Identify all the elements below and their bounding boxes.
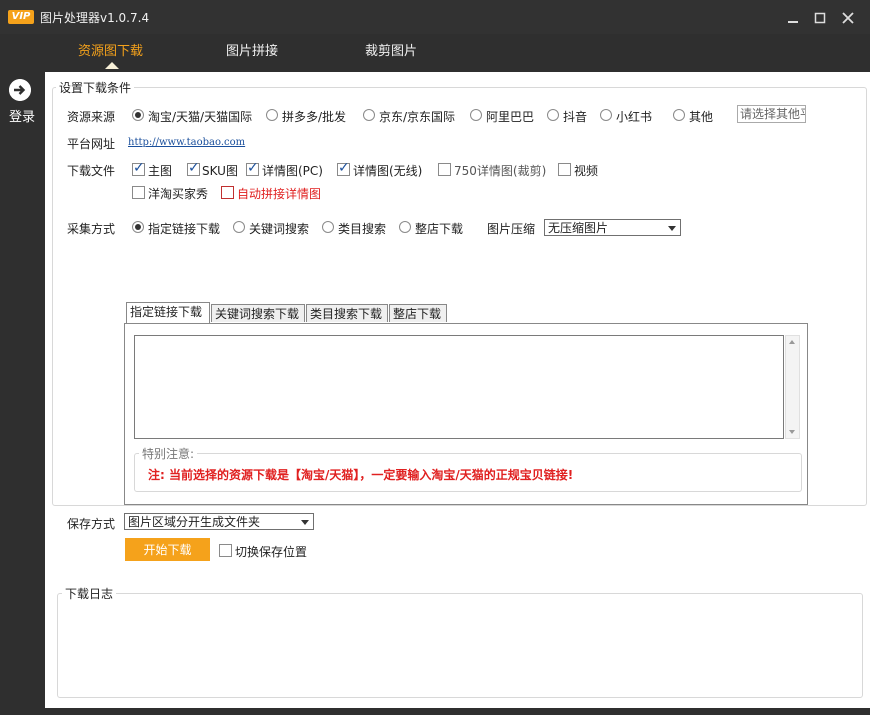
radio-collect-category[interactable]: [322, 221, 334, 233]
radio-source-jd[interactable]: [363, 109, 375, 121]
checkbox-label: 自动拼接详情图: [237, 187, 322, 201]
source-option-label: 京东/京东国际: [379, 110, 456, 124]
radio-source-taobao[interactable]: [132, 109, 144, 121]
start-download-button[interactable]: 开始下载: [125, 538, 210, 561]
checkbox-buyer-show[interactable]: [132, 186, 145, 199]
chevron-down-icon: [668, 226, 676, 231]
link-textarea[interactable]: [134, 335, 784, 439]
checkbox-label: 详情图(PC): [262, 164, 323, 178]
checkbox-sku-image[interactable]: [187, 160, 200, 176]
checkbox-label: 视频: [574, 164, 599, 178]
checkbox-label: 详情图(无线): [353, 164, 423, 178]
chevron-down-icon: [301, 520, 309, 525]
radio-collect-keyword[interactable]: [233, 221, 245, 233]
radio-collect-link[interactable]: [132, 221, 144, 233]
collect-option-label: 整店下载: [415, 222, 464, 236]
collect-option-label: 指定链接下载: [148, 222, 221, 236]
source-option-label: 拼多多/批发: [282, 110, 347, 124]
compress-label: 图片压缩: [487, 222, 536, 236]
compress-select-value: 无压缩图片: [548, 221, 609, 235]
radio-source-alibaba[interactable]: [470, 109, 482, 121]
checkbox-label: 750详情图(裁剪): [454, 164, 547, 178]
radio-source-other[interactable]: [673, 109, 685, 121]
compress-select[interactable]: 无压缩图片: [544, 219, 681, 236]
login-icon[interactable]: [9, 79, 31, 101]
radio-source-pdd[interactable]: [266, 109, 278, 121]
notice-legend: 特别注意:: [139, 445, 198, 462]
tab-link-download[interactable]: 指定链接下载: [126, 302, 210, 323]
source-option-label: 淘宝/天猫/天猫国际: [148, 110, 253, 124]
minimize-icon[interactable]: [785, 10, 801, 26]
tab-store-download[interactable]: 整店下载: [389, 304, 447, 322]
checkbox-auto-stitch[interactable]: [221, 186, 234, 199]
checkbox-switch-save-location[interactable]: [219, 544, 232, 557]
login-label[interactable]: 登录: [9, 106, 35, 125]
scroll-down-icon[interactable]: [789, 430, 795, 434]
platform-url-link[interactable]: http://www.taobao.com: [128, 137, 245, 148]
switch-save-location-label: 切换保存位置: [235, 545, 308, 559]
checkbox-main-image[interactable]: [132, 160, 145, 176]
close-icon[interactable]: [840, 10, 856, 26]
source-option-label: 小红书: [616, 110, 653, 124]
platform-url-label: 平台网址: [67, 137, 116, 151]
checkbox-label: 洋淘买家秀: [148, 187, 209, 201]
tab-crop-image[interactable]: 裁剪图片: [365, 40, 417, 59]
conditions-legend: 设置下载条件: [56, 79, 135, 96]
tab-keyword-download[interactable]: 关键词搜索下载: [211, 304, 305, 322]
app-title: 图片处理器v1.0.7.4: [40, 11, 150, 25]
log-legend: 下载日志: [62, 585, 117, 602]
active-tab-indicator: [105, 62, 119, 69]
source-option-label: 其他: [689, 110, 714, 124]
checkbox-label: 主图: [148, 164, 173, 178]
tab-resource-download[interactable]: 资源图下载: [78, 40, 143, 59]
tab-category-download[interactable]: 类目搜索下载: [306, 304, 388, 322]
radio-source-xiaohongshu[interactable]: [600, 109, 612, 121]
collect-label: 采集方式: [67, 222, 116, 236]
tab-image-stitch[interactable]: 图片拼接: [226, 40, 278, 59]
radio-source-douyin[interactable]: [547, 109, 559, 121]
log-group: [57, 593, 863, 698]
save-mode-select[interactable]: 图片区域分开生成文件夹: [124, 513, 314, 530]
checkbox-label: SKU图: [202, 164, 238, 178]
source-option-label: 抖音: [563, 110, 588, 124]
collect-option-label: 类目搜索: [338, 222, 387, 236]
checkbox-750-detail[interactable]: [438, 163, 451, 176]
radio-collect-store[interactable]: [399, 221, 411, 233]
textarea-scrollbar[interactable]: [785, 335, 800, 439]
checkbox-video[interactable]: [558, 163, 571, 176]
other-platform-input[interactable]: 请选择其他平: [737, 105, 806, 123]
maximize-icon[interactable]: [812, 10, 828, 26]
notice-text: 注: 当前选择的资源下载是【淘宝/天猫】，一定要输入淘宝/天猫的正规宝贝链接!: [148, 468, 574, 482]
save-mode-value: 图片区域分开生成文件夹: [128, 515, 261, 529]
checkbox-detail-pc[interactable]: [246, 160, 259, 176]
files-label: 下载文件: [67, 164, 116, 178]
source-option-label: 阿里巴巴: [486, 110, 535, 124]
checkbox-detail-mobile[interactable]: [337, 160, 350, 176]
vip-logo: VIP: [8, 10, 34, 24]
source-label: 资源来源: [67, 110, 116, 124]
scroll-up-icon[interactable]: [789, 340, 795, 344]
save-label: 保存方式: [67, 517, 116, 531]
collect-option-label: 关键词搜索: [249, 222, 310, 236]
